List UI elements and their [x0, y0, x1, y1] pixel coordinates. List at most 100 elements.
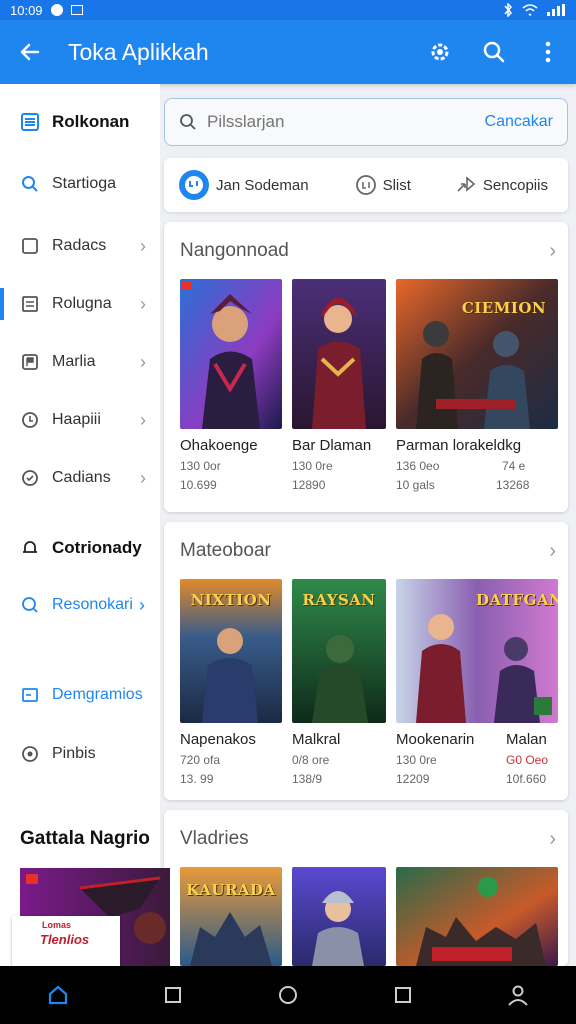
game-cover-image [396, 867, 558, 966]
game-title: Malan [506, 731, 547, 748]
game-card[interactable]: RAYSAN Malkral 0/8 ore 138/9 [292, 579, 386, 786]
search-icon [180, 114, 196, 130]
game-meta: 10f.660 [506, 772, 547, 786]
game-card[interactable]: KAURADA [180, 867, 282, 966]
flag-icon [20, 352, 40, 372]
game-title: Napenakos [180, 731, 256, 748]
chevron-right-icon[interactable]: › [549, 540, 556, 563]
game-meta: 130 0re [396, 753, 437, 767]
app-bar: Toka Aplikkah [0, 20, 576, 84]
cover-title: RAYSAN [302, 591, 376, 609]
game-cover-image [180, 279, 282, 429]
cover-title: DATFGAN [476, 591, 558, 609]
status-time: 10:09 [10, 2, 43, 18]
promo-badge: Lomas [42, 920, 72, 930]
bottom-navigation [0, 966, 576, 1024]
chevron-right-icon[interactable]: › [549, 240, 556, 263]
cancel-button[interactable]: Cancakar [485, 113, 553, 131]
sidebar-item-label: Cotrionady [52, 538, 142, 557]
game-meta: G0 Oeo [506, 753, 549, 767]
back-arrow-icon[interactable] [14, 36, 46, 68]
game-title: Parman lorakeldkg [396, 437, 522, 454]
sidebar-item-label: Marlia [52, 353, 96, 370]
game-cover-image: NIXTION [180, 579, 282, 723]
search-icon [20, 595, 40, 615]
sidebar-item-marlia[interactable]: Marlia › [0, 342, 160, 382]
game-card[interactable]: CIEMION Parman lorakeldkg 136 0eo 10 gal… [396, 279, 558, 492]
page-title: Toka Aplikkah [68, 38, 209, 65]
section-title: Mateoboar [180, 540, 271, 561]
sidebar-item-label: Startioga [52, 175, 117, 192]
game-card[interactable]: Ohakoenge 130 0or 10.699 [180, 279, 282, 492]
chevron-right-icon: › [140, 467, 146, 488]
game-card[interactable]: NIXTION Napenakos 720 ofa 13. 99 [180, 579, 282, 786]
shield-icon [20, 410, 40, 430]
filter-chip[interactable]: Sencopiis [455, 174, 548, 196]
sidebar-item-label: Rolugna [52, 295, 112, 312]
gallery-icon [70, 5, 83, 15]
sidebar-item-resonokari[interactable]: Resonokari › [0, 585, 160, 625]
notification-icon [50, 4, 63, 16]
search-icon[interactable] [480, 38, 508, 66]
sidebar-item-label: Cadians [52, 469, 111, 486]
settings-icon[interactable] [426, 38, 454, 66]
wifi-icon [522, 4, 538, 16]
bluetooth-icon [504, 3, 513, 17]
game-title: Mookenarin [396, 731, 475, 748]
sidebar-item-demgramios[interactable]: Demgramios [0, 675, 160, 715]
screen-icon [20, 685, 40, 705]
more-vert-icon[interactable] [534, 38, 562, 66]
filter-chip[interactable]: Slist [355, 174, 411, 196]
game-meta: 10 gals [396, 478, 435, 492]
game-meta: 12209 [396, 772, 430, 786]
sidebar-item-rolugna[interactable]: Rolugna › [0, 284, 160, 324]
sidebar-item-rolkonan[interactable]: Rolkonan [0, 102, 160, 142]
game-cover-image [292, 867, 386, 966]
game-meta: 136 0eo [396, 459, 440, 473]
game-meta: 13. 99 [180, 772, 214, 786]
chevron-right-icon: › [138, 594, 145, 615]
game-cover-image: CIEMION [396, 279, 558, 429]
home-icon[interactable] [38, 975, 78, 1015]
home-circle-icon[interactable] [268, 975, 308, 1015]
grid-icon [20, 294, 40, 314]
square-icon[interactable] [383, 975, 423, 1015]
game-card[interactable] [396, 867, 558, 966]
game-card[interactable] [292, 867, 386, 966]
search-input[interactable] [207, 112, 447, 132]
game-meta: 130 0or [180, 459, 221, 473]
game-title: Ohakoenge [180, 437, 258, 454]
filter-chip[interactable]: Jan Sodeman [178, 169, 309, 201]
game-card[interactable]: Bar Dlaman 130 0re 12890 [292, 279, 386, 492]
game-meta: 720 ofa [180, 753, 221, 767]
sidebar-item-label: Resonokari [52, 596, 133, 613]
cover-title: NIXTION [190, 591, 272, 609]
bell-icon [20, 538, 40, 558]
sidebar-item-pinbis[interactable]: Pinbis [0, 734, 160, 774]
sidebar-item-cotrionady[interactable]: Cotrionady [0, 528, 160, 568]
section-heading: Gattala Nagrio [20, 828, 150, 849]
filter-label: Sencopiis [482, 176, 548, 194]
game-title: Bar Dlaman [292, 437, 372, 454]
promo-title: Tlenlios [40, 932, 90, 947]
filter-label: Jan Sodeman [216, 176, 309, 194]
game-cover-image: RAYSAN [292, 579, 386, 723]
main-content: Cancakar Jan Sodeman Slist Sencopiis Nan… [160, 84, 576, 966]
sidebar-item-startioga[interactable]: Startioga [0, 164, 160, 204]
sidebar-item-label: Haapiii [52, 411, 101, 428]
badge-icon [20, 468, 40, 488]
profile-icon[interactable] [498, 975, 538, 1015]
chevron-right-icon[interactable]: › [549, 828, 556, 851]
clock-icon [355, 175, 376, 195]
share-icon [457, 176, 476, 192]
sidebar-item-haapiii[interactable]: Haapiii › [0, 400, 160, 440]
promo-card[interactable]: Tlenlios Lomas [12, 916, 120, 966]
sidebar-item-radacs[interactable]: Radacs › [0, 226, 160, 266]
game-cover-image [292, 279, 386, 429]
game-meta: 130 0re [292, 459, 333, 473]
recents-icon[interactable] [153, 975, 193, 1015]
chevron-right-icon: › [140, 351, 146, 372]
sidebar-item-cadians[interactable]: Cadians › [0, 458, 160, 498]
game-card[interactable]: DATFGAN Mookenarin Malan 130 0re 12209 G… [396, 579, 558, 786]
game-section: Mateoboar › NIXTION Napenakos 720 ofa 13… [164, 522, 568, 800]
